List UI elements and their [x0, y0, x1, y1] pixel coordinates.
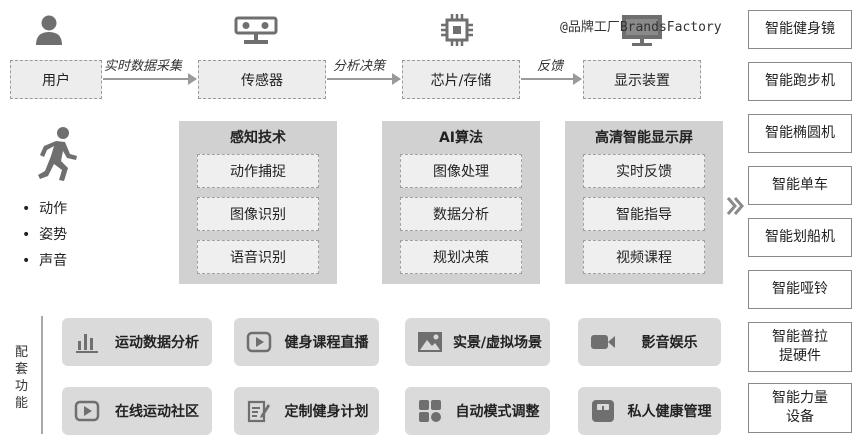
panel-item: 图像处理: [400, 154, 522, 188]
panel-title: 感知技术: [230, 130, 286, 146]
panel-item: 实时反馈: [583, 154, 705, 188]
bar-chart-icon: [72, 327, 102, 357]
device-item: 智能跑步机: [748, 62, 852, 101]
support-item-label: 自动模式调整: [455, 404, 540, 420]
action-item: • 姿势: [22, 227, 68, 243]
support-item: 私人健康管理: [578, 387, 721, 435]
device-item: 智能单车: [748, 166, 852, 205]
running-person-icon: [38, 127, 77, 181]
support-item: 在线运动社区: [62, 387, 212, 435]
device-item: 智能哑铃: [748, 270, 852, 309]
device-item: 智能健身镜: [748, 10, 852, 49]
panel-item: 智能指导: [583, 197, 705, 231]
edit-document-icon: [244, 396, 274, 426]
support-item: 健身课程直播: [234, 318, 379, 366]
flow-node-sensor: 传感器: [198, 60, 326, 99]
support-item-label: 影音娱乐: [641, 335, 698, 351]
device-item: 智能力量设备: [748, 383, 852, 433]
support-item-label: 定制健身计划: [284, 404, 369, 420]
panel-perception: 感知技术 动作捕捉 图像识别 语音识别: [179, 121, 337, 284]
device-item: 智能划船机: [748, 218, 852, 257]
panel-item: 规划决策: [400, 240, 522, 274]
support-item: 自动模式调整: [405, 387, 550, 435]
image-icon: [415, 327, 445, 357]
support-item: 定制健身计划: [234, 387, 379, 435]
video-camera-icon: [588, 327, 618, 357]
panel-item: 视频课程: [583, 240, 705, 274]
flow-node-chip-storage: 芯片/存储: [402, 60, 520, 99]
flow-arrow: [521, 73, 582, 85]
chip-icon: [441, 14, 473, 46]
watermark: @品牌工厂BrandsFactory: [560, 20, 722, 35]
support-item: 影音娱乐: [578, 318, 721, 366]
flow-edge-label: 实时数据采集: [104, 59, 183, 74]
panel-item: 语音识别: [197, 240, 319, 274]
play-button-icon: [72, 396, 102, 426]
support-item: 实景/虚拟场景: [405, 318, 550, 366]
panel-item: 动作捕捉: [197, 154, 319, 188]
support-divider: [41, 316, 43, 434]
support-item-label: 在线运动社区: [115, 404, 199, 420]
camera-sensor-icon: [234, 16, 278, 44]
panel-item: 数据分析: [400, 197, 522, 231]
user-icon: [36, 15, 62, 45]
flow-arrow: [103, 73, 197, 85]
scale-icon: [588, 396, 618, 426]
device-item: 智能椭圆机: [748, 114, 852, 153]
panel-item: 图像识别: [197, 197, 319, 231]
support-item-label: 实景/虚拟场景: [452, 335, 543, 351]
flow-edge-label: 分析决策: [333, 59, 386, 74]
flow-node-display: 显示装置: [583, 60, 701, 99]
support-item: 运动数据分析: [62, 318, 212, 366]
device-item: 智能普拉提硬件: [748, 322, 852, 372]
double-chevron-right-icon: [726, 197, 744, 215]
panel-hd-display: 高清智能显示屏 实时反馈 智能指导 视频课程: [565, 121, 723, 284]
support-section-label: 配套功能: [15, 345, 29, 411]
grid-apps-icon: [415, 396, 445, 426]
flow-arrow: [327, 73, 401, 85]
support-item-label: 运动数据分析: [115, 335, 199, 351]
support-item-label: 健身课程直播: [284, 335, 369, 351]
panel-title: 高清智能显示屏: [595, 130, 693, 146]
play-button-icon: [244, 327, 274, 357]
support-item-label: 私人健康管理: [627, 404, 712, 420]
panel-ai-algorithm: AI算法 图像处理 数据分析 规划决策: [382, 121, 540, 284]
action-item: • 动作: [22, 201, 68, 217]
flow-edge-label: 反馈: [537, 59, 564, 74]
flow-node-user: 用户: [10, 60, 102, 99]
action-item: • 声音: [22, 253, 68, 269]
panel-title: AI算法: [438, 130, 484, 146]
